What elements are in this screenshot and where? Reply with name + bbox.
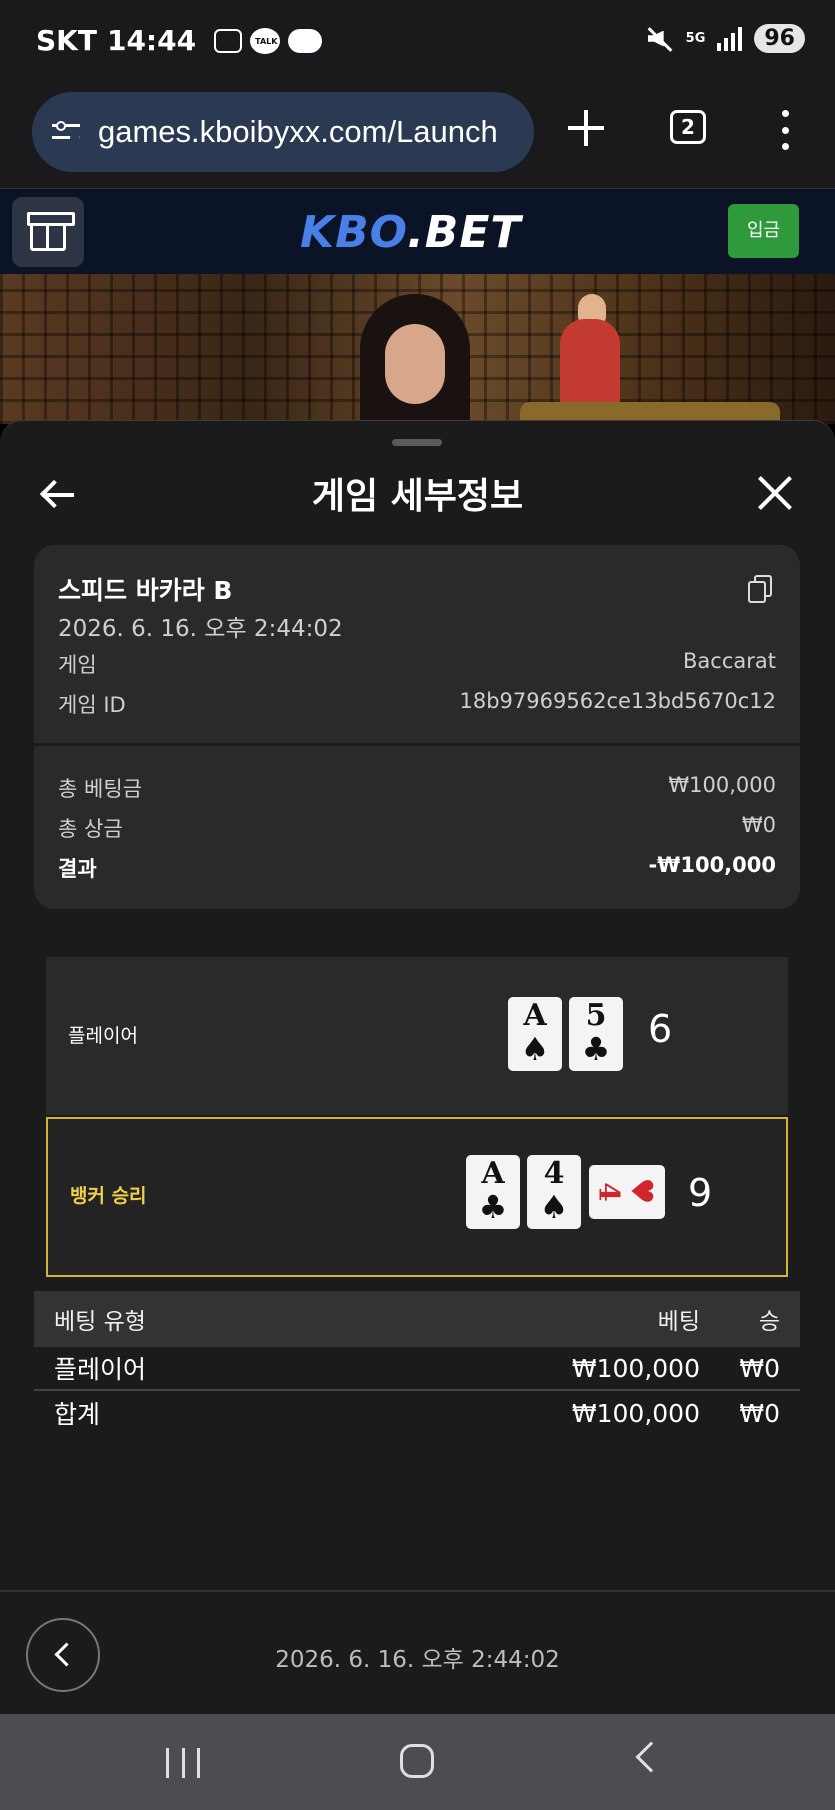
clock: 14:44 bbox=[106, 24, 197, 57]
table-total-row: 합계 ₩100,000 ₩0 bbox=[54, 1398, 780, 1430]
deposit-button[interactable]: 입금 bbox=[728, 204, 799, 258]
url-text[interactable]: games.kboibyxx.com/Launch bbox=[98, 114, 498, 150]
detail-row-game-id: 게임 ID 18b97969562ce13bd5670c12 bbox=[58, 689, 776, 717]
playing-card: 4 ♠ bbox=[527, 1155, 581, 1229]
page-title: 게임 세부정보 bbox=[311, 476, 524, 517]
player-score: 6 bbox=[648, 1007, 673, 1051]
panel-footer: 2026. 6. 16. 오후 2:44:02 bbox=[0, 1590, 835, 1714]
bets-table: 베팅 유형 베팅 승 플레이어 ₩100,000 ₩0 합계 ₩100,000 … bbox=[34, 1291, 800, 1435]
player-hand: 플레이어 A ♠ 5 ♣ 6 bbox=[46, 957, 788, 1115]
total-win-row: 총 상금 ₩0 bbox=[58, 813, 776, 841]
banker-hand: 뱅커 승리 A ♣ 4 ♠ 4 ♥ 9 bbox=[46, 1117, 788, 1277]
status-bar: SKT 14:44 5G 96 bbox=[0, 0, 835, 88]
notification-icons bbox=[214, 27, 323, 54]
signal-icon bbox=[717, 26, 743, 51]
game-summary-card: 스피드 바카라 B 2026. 6. 16. 오후 2:44:02 게임 Bacc… bbox=[34, 545, 800, 909]
browser-toolbar: games.kboibyxx.com/Launch 2 bbox=[0, 88, 835, 188]
detail-row-game: 게임 Baccarat bbox=[58, 649, 776, 677]
status-right: 5G 96 bbox=[644, 24, 805, 53]
result-row: 결과 -₩100,000 bbox=[58, 853, 776, 881]
status-left: SKT 14:44 bbox=[36, 24, 323, 57]
site-settings-icon[interactable] bbox=[52, 121, 82, 143]
banker-label: 뱅커 승리 bbox=[70, 1185, 147, 1207]
network-type: 5G bbox=[685, 30, 706, 46]
new-tab-icon[interactable] bbox=[568, 110, 604, 146]
live-video bbox=[0, 274, 835, 424]
recent-apps-icon[interactable] bbox=[166, 1748, 200, 1778]
game-date: 2026. 6. 16. 오후 2:44:02 bbox=[58, 616, 343, 642]
playing-card: A ♠ bbox=[508, 997, 562, 1071]
back-icon[interactable] bbox=[635, 1741, 667, 1773]
more-menu-icon[interactable] bbox=[780, 110, 790, 150]
player-label: 플레이어 bbox=[68, 1025, 138, 1047]
divider bbox=[34, 743, 800, 746]
total-bet-row: 총 베팅금 ₩100,000 bbox=[58, 773, 776, 801]
copy-icon[interactable] bbox=[748, 575, 772, 603]
banker-score: 9 bbox=[688, 1171, 713, 1215]
site-logo[interactable]: KBO.BET bbox=[300, 207, 521, 258]
playing-card-sideways: 4 ♥ bbox=[589, 1165, 665, 1219]
site-header: KBO.BET 입금 bbox=[0, 188, 835, 274]
tab-switcher-button[interactable]: 2 bbox=[670, 110, 706, 144]
bets-table-header: 베팅 유형 베팅 승 bbox=[34, 1291, 800, 1347]
battery-level: 96 bbox=[754, 24, 805, 53]
gift-button[interactable] bbox=[12, 197, 84, 267]
gift-icon bbox=[27, 212, 75, 251]
screenshot-icon bbox=[214, 28, 243, 53]
chat-bubble-icon bbox=[288, 28, 323, 53]
home-icon[interactable] bbox=[400, 1744, 434, 1778]
playing-card: A ♣ bbox=[466, 1155, 520, 1229]
address-bar[interactable]: games.kboibyxx.com/Launch bbox=[32, 92, 534, 172]
system-nav-bar bbox=[0, 1714, 835, 1810]
table-row: 플레이어 ₩100,000 ₩0 bbox=[34, 1347, 800, 1391]
drag-handle[interactable] bbox=[392, 439, 442, 446]
playing-card: 5 ♣ bbox=[569, 997, 623, 1071]
close-icon[interactable] bbox=[757, 475, 793, 511]
kakaotalk-icon bbox=[250, 27, 281, 54]
game-name: 스피드 바카라 B bbox=[58, 576, 233, 605]
footer-date: 2026. 6. 16. 오후 2:44:02 bbox=[275, 1647, 560, 1673]
mute-icon bbox=[644, 25, 674, 53]
carrier-label: SKT bbox=[36, 24, 97, 57]
game-details-sheet: 게임 세부정보 스피드 바카라 B 2026. 6. 16. 오후 2:44:0… bbox=[0, 420, 835, 1714]
